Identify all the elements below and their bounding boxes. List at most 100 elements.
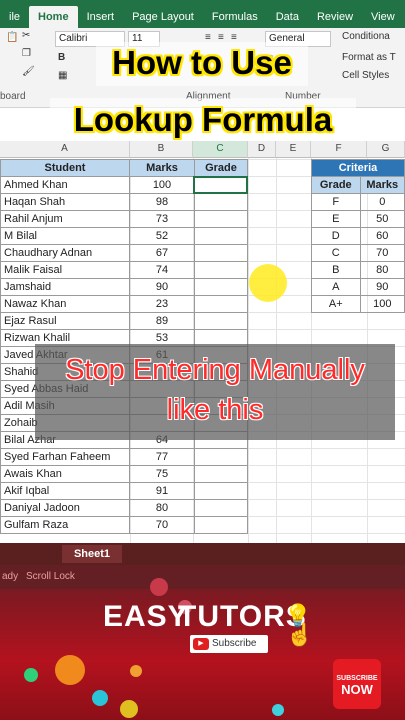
grade-cell[interactable] [194, 465, 248, 483]
criteria-grade-cell[interactable]: C [311, 244, 361, 262]
grade-cell[interactable] [194, 227, 248, 245]
marks-cell[interactable]: 90 [129, 278, 195, 296]
brand-word-easy: EASY [103, 600, 189, 633]
column-header-a[interactable]: A [0, 141, 130, 158]
header-grade[interactable]: Grade [194, 159, 248, 177]
cut-icon[interactable]: ✂ [22, 30, 30, 41]
tab-data[interactable]: Data [267, 6, 308, 28]
grade-cell[interactable] [194, 499, 248, 517]
tab-home[interactable]: Home [29, 6, 78, 28]
column-header-e[interactable]: E [276, 141, 311, 158]
student-name-cell[interactable]: Gulfam Raza [0, 516, 130, 534]
criteria-header-grade[interactable]: Grade [311, 176, 361, 194]
grade-cell[interactable] [194, 278, 248, 296]
criteria-grade-cell[interactable]: D [311, 227, 361, 245]
criteria-marks-cell[interactable]: 60 [359, 227, 405, 245]
marks-cell[interactable]: 77 [129, 448, 195, 466]
criteria-marks-cell[interactable]: 0 [359, 193, 405, 211]
cursor-highlight [249, 264, 287, 302]
criteria-marks-cell[interactable]: 50 [359, 210, 405, 228]
student-name-cell[interactable]: Daniyal Jadoon [0, 499, 130, 517]
tab-review[interactable]: Review [308, 6, 362, 28]
marks-cell[interactable]: 52 [129, 227, 195, 245]
marks-cell[interactable]: 89 [129, 312, 195, 330]
marks-cell[interactable]: 23 [129, 295, 195, 313]
column-header-c[interactable]: C [193, 141, 248, 158]
grade-cell[interactable] [194, 244, 248, 262]
student-name-cell[interactable]: Malik Faisal [0, 261, 130, 279]
table-row: Haqan Shah 98 [0, 193, 248, 211]
bold-icon[interactable]: B [58, 52, 65, 63]
column-header-d[interactable]: D [248, 141, 276, 158]
grade-cell[interactable] [194, 312, 248, 330]
criteria-marks-cell[interactable]: 70 [359, 244, 405, 262]
cell-styles-button[interactable]: Cell Styles [342, 70, 389, 81]
criteria-grade-cell[interactable]: E [311, 210, 361, 228]
grade-cell[interactable] [194, 261, 248, 279]
copy-icon[interactable]: ❐ [22, 48, 31, 59]
column-header-b[interactable]: B [130, 141, 193, 158]
student-name-cell[interactable]: Ejaz Rasul [0, 312, 130, 330]
active-cell-selection[interactable] [193, 176, 248, 194]
criteria-grade-cell[interactable]: F [311, 193, 361, 211]
student-name-cell[interactable]: Jamshaid [0, 278, 130, 296]
tab-formulas[interactable]: Formulas [203, 6, 267, 28]
grade-cell[interactable] [194, 448, 248, 466]
marks-cell[interactable]: 70 [129, 516, 195, 534]
grade-cell[interactable] [194, 516, 248, 534]
marks-cell[interactable]: 74 [129, 261, 195, 279]
student-name-cell[interactable]: Chaudhary Adnan [0, 244, 130, 262]
marks-cell[interactable]: 75 [129, 465, 195, 483]
criteria-grade-cell[interactable]: B [311, 261, 361, 279]
ribbon-tabs: ile Home Insert Page Layout Formulas Data Revi… [0, 0, 405, 28]
student-name-cell[interactable]: Akif Iqbal [0, 482, 130, 500]
subscribe-now-badge[interactable]: SUBSCRIBE NOW [333, 659, 381, 709]
sheet-tab[interactable]: Sheet1 [62, 545, 122, 563]
criteria-marks-cell[interactable]: 100 [359, 295, 405, 313]
column-header-g[interactable]: G [367, 141, 405, 158]
student-name-cell[interactable]: M Bilal [0, 227, 130, 245]
grade-cell[interactable] [194, 193, 248, 211]
table-row: Daniyal Jadoon 80 [0, 499, 248, 517]
student-name-cell[interactable]: Haqan Shah [0, 193, 130, 211]
student-name-cell[interactable]: Ahmed Khan [0, 176, 130, 194]
criteria-grade-cell[interactable]: A [311, 278, 361, 296]
conditional-formatting-button[interactable]: Conditiona [342, 31, 390, 42]
marks-cell[interactable]: 80 [129, 499, 195, 517]
table-row: Jamshaid 90 [0, 278, 248, 296]
grade-cell[interactable] [194, 482, 248, 500]
tab-insert[interactable]: Insert [78, 6, 124, 28]
criteria-header-marks[interactable]: Marks [359, 176, 405, 194]
table-row: Awais Khan 75 [0, 465, 248, 483]
student-name-cell[interactable]: Nawaz Khan [0, 295, 130, 313]
tab-page-layout[interactable]: Page Layout [123, 6, 203, 28]
criteria-marks-cell[interactable]: 80 [359, 261, 405, 279]
title-line1: How to Use [112, 44, 292, 81]
criteria-marks-cell[interactable]: 90 [359, 278, 405, 296]
marks-cell[interactable]: 98 [129, 193, 195, 211]
group-clipboard-label: board [0, 91, 26, 102]
column-header-f[interactable]: F [311, 141, 367, 158]
marks-cell[interactable]: 73 [129, 210, 195, 228]
borders-icon[interactable]: ▦ [58, 70, 67, 81]
criteria-row: A 90 [311, 278, 405, 296]
format-painter-icon[interactable]: 🖌 [22, 66, 35, 77]
table-row: M Bilal 52 [0, 227, 248, 245]
tab-view[interactable]: View [362, 6, 404, 28]
marks-cell[interactable]: 67 [129, 244, 195, 262]
student-name-cell[interactable]: Awais Khan [0, 465, 130, 483]
header-marks[interactable]: Marks [129, 159, 195, 177]
grade-cell[interactable] [194, 210, 248, 228]
marks-cell[interactable]: 100 [129, 176, 195, 194]
format-as-table-button[interactable]: Format as T [342, 52, 396, 63]
student-name-cell[interactable]: Rahil Anjum [0, 210, 130, 228]
tab-ile[interactable]: ile [0, 6, 29, 28]
marks-cell[interactable]: 91 [129, 482, 195, 500]
pointing-hand-icon: ☝ [286, 622, 314, 647]
header-student[interactable]: Student [0, 159, 130, 177]
paste-icon[interactable]: 📋 [6, 32, 18, 43]
grade-cell[interactable] [194, 295, 248, 313]
youtube-play-icon: ▶ [193, 638, 209, 650]
student-name-cell[interactable]: Syed Farhan Faheem [0, 448, 130, 466]
criteria-grade-cell[interactable]: A+ [311, 295, 361, 313]
